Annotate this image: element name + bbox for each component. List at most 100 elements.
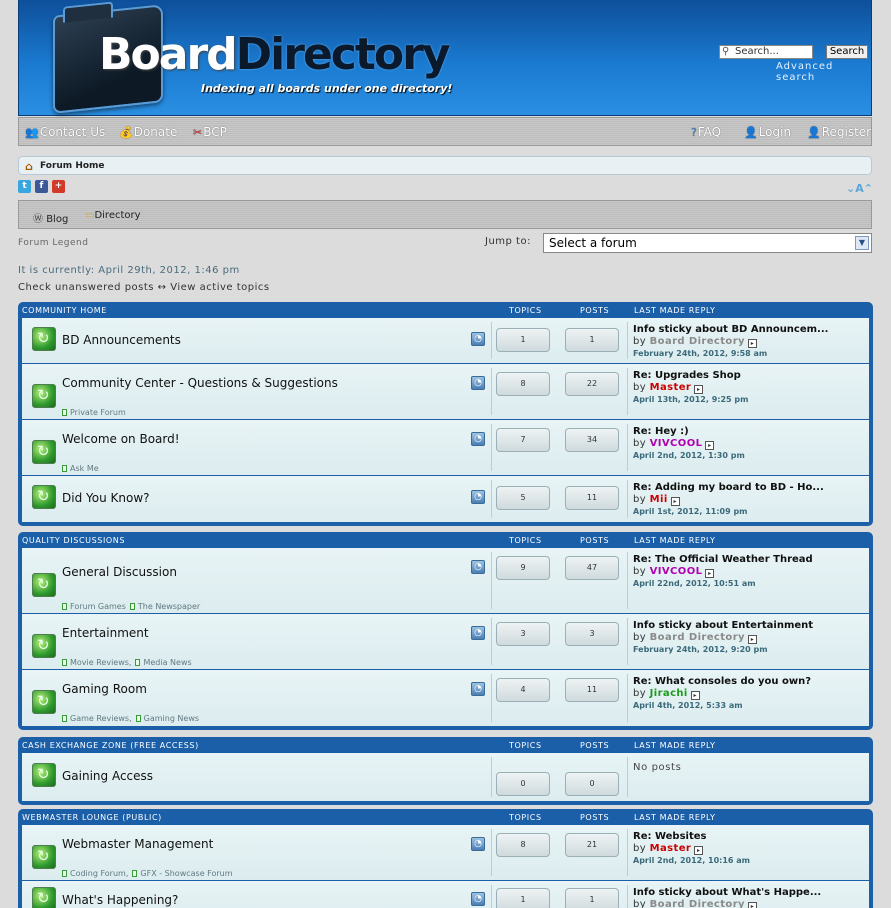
forum-row: Webmaster Management Coding Forum, GFX - S… — [22, 825, 869, 881]
subforum-icon — [135, 715, 141, 722]
last-post-title-link[interactable]: Info sticky about What's Happe... — [633, 887, 821, 898]
topics-column-header: TOPICS — [509, 813, 542, 822]
view-latest-post-icon[interactable]: ▸ — [705, 569, 715, 578]
last-post-title-link[interactable]: Info sticky about Entertainment — [633, 620, 813, 631]
column-divider — [627, 552, 628, 609]
rss-feed-icon[interactable]: ◔ — [471, 376, 485, 390]
posts-count: 11 — [565, 486, 619, 510]
last-post-title-link[interactable]: Re: The Official Weather Thread — [633, 554, 813, 565]
subforum-link[interactable]: Gaming News — [135, 714, 199, 723]
last-post-title-link[interactable]: Info sticky about BD Announcem... — [633, 324, 828, 335]
author-link[interactable]: Board Directory — [650, 336, 745, 347]
last-post-title-link[interactable]: Re: What consoles do you own? — [633, 676, 811, 687]
site-logo[interactable]: BoardDirectory Indexing all boards under… — [53, 4, 452, 114]
column-divider — [627, 368, 628, 415]
category-name[interactable]: WEBMASTER LOUNGE (PUBLIC) — [22, 813, 162, 822]
view-latest-post-icon[interactable]: ▸ — [670, 497, 680, 506]
forum-status-icon — [32, 690, 56, 714]
last-post-title-link[interactable]: Re: Hey :) — [633, 426, 689, 437]
author-link[interactable]: Master — [650, 382, 692, 393]
category-name[interactable]: QUALITY DISCUSSIONS — [22, 536, 125, 545]
author-link[interactable]: Board Directory — [650, 632, 745, 643]
forum-title-link[interactable]: BD Announcements — [62, 333, 181, 347]
column-divider — [627, 885, 628, 908]
forum-title-link[interactable]: Gaining Access — [62, 769, 153, 783]
forum-status-icon — [32, 845, 56, 869]
rss-feed-icon[interactable]: ◔ — [471, 332, 485, 346]
tools-icon: ✂ — [193, 126, 203, 139]
author-link[interactable]: Jirachi — [650, 688, 688, 699]
subforum-icon — [62, 603, 67, 610]
advanced-search-link[interactable]: Advanced search — [776, 61, 871, 83]
subforum-link[interactable]: Private Forum — [62, 408, 126, 417]
nav-bcp[interactable]: ✂BCP — [193, 125, 227, 139]
last-post-title-link[interactable]: Re: Upgrades Shop — [633, 370, 741, 381]
rss-feed-icon[interactable]: ◔ — [471, 837, 485, 851]
forum-title-link[interactable]: Welcome on Board! — [62, 432, 180, 446]
subforum-link[interactable]: GFX - Showcase Forum — [132, 869, 233, 878]
rss-feed-icon[interactable]: ◔ — [471, 490, 485, 504]
forum-title-link[interactable]: Entertainment — [62, 626, 149, 640]
subforum-link[interactable]: Movie Reviews, — [62, 658, 131, 667]
forum-title-link[interactable]: What's Happening? — [62, 893, 178, 907]
subforum-icon — [62, 870, 67, 877]
subforum-link[interactable]: Forum Games — [62, 602, 126, 611]
view-latest-post-icon[interactable]: ▸ — [705, 441, 715, 450]
topics-count: 4 — [496, 678, 550, 702]
google-plus-icon[interactable]: + — [52, 180, 65, 193]
twitter-icon[interactable]: t — [18, 180, 31, 193]
nav-donate[interactable]: 💰Donate — [119, 125, 177, 139]
topics-count: 3 — [496, 622, 550, 646]
nav-register[interactable]: 👤Register — [807, 125, 871, 139]
view-latest-post-icon[interactable]: ▸ — [694, 385, 704, 394]
subnav-blog[interactable]: Ⓦ Blog — [33, 210, 68, 225]
forum-row: Gaming Room Game Reviews,Gaming News ◔ 4 11 R… — [22, 670, 869, 726]
last-post-title-link[interactable]: Re: Adding my board to BD - Ho... — [633, 482, 824, 493]
search-button[interactable]: Search — [826, 45, 868, 59]
author-link[interactable]: Master — [650, 843, 692, 854]
subforum-link[interactable]: Game Reviews, — [62, 714, 132, 723]
facebook-icon[interactable]: f — [35, 180, 48, 193]
author-link[interactable]: VIVCOOL — [650, 566, 703, 577]
forum-title-link[interactable]: Community Center - Questions & Suggestio… — [62, 376, 338, 390]
register-icon: 👤 — [807, 126, 821, 139]
forum-legend-link[interactable]: Forum Legend — [18, 238, 88, 248]
view-latest-post-icon[interactable]: ▸ — [747, 902, 757, 908]
subforum-link[interactable]: Coding Forum, — [62, 869, 128, 878]
nav-contact-us[interactable]: 👥Contact Us — [25, 125, 105, 139]
forum-title-link[interactable]: Gaming Room — [62, 682, 147, 696]
category-name[interactable]: COMMUNITY HOME — [22, 306, 107, 315]
forum-title-link[interactable]: Webmaster Management — [62, 837, 213, 851]
rss-feed-icon[interactable]: ◔ — [471, 432, 485, 446]
last-post-title-link[interactable]: Re: Websites — [633, 831, 706, 842]
view-latest-post-icon[interactable]: ▸ — [747, 339, 757, 348]
last-post-author: by Master ▸ — [633, 843, 704, 855]
rss-feed-icon[interactable]: ◔ — [471, 560, 485, 574]
last-post-author: by Board Directory ▸ — [633, 632, 757, 644]
rss-feed-icon[interactable]: ◔ — [471, 682, 485, 696]
view-latest-post-icon[interactable]: ▸ — [690, 691, 700, 700]
column-divider — [491, 885, 492, 908]
subforum-link[interactable]: Media News — [135, 658, 192, 667]
nav-login[interactable]: 👤Login — [744, 125, 791, 139]
category-name[interactable]: CASH EXCHANGE ZONE (FREE ACCESS) — [22, 741, 199, 750]
forum-title-link[interactable]: Did You Know? — [62, 491, 150, 505]
author-link[interactable]: VIVCOOL — [650, 438, 703, 449]
forum-title-link[interactable]: General Discussion — [62, 565, 177, 579]
rss-feed-icon[interactable]: ◔ — [471, 892, 485, 906]
nav-faq[interactable]: ?FAQ — [691, 125, 721, 139]
jump-to-select[interactable]: Select a forum ▼ — [543, 233, 872, 253]
author-link[interactable]: Board Directory — [650, 899, 745, 908]
quick-links[interactable]: Check unanswered posts ↔ View active top… — [18, 282, 270, 293]
search-input[interactable]: ⚲ Search... — [719, 45, 813, 59]
subforum-link[interactable]: Ask Me — [62, 464, 99, 473]
rss-feed-icon[interactable]: ◔ — [471, 626, 485, 640]
subnav-directory[interactable]: ▭Directory — [85, 210, 141, 221]
breadcrumb-forum-home[interactable]: Forum Home — [40, 161, 105, 171]
font-size-control[interactable]: ⌄A⌃ — [846, 182, 873, 195]
last-post-author: by Mii ▸ — [633, 494, 680, 506]
view-latest-post-icon[interactable]: ▸ — [747, 635, 757, 644]
author-link[interactable]: Mii — [650, 494, 668, 505]
view-latest-post-icon[interactable]: ▸ — [694, 846, 704, 855]
subforum-link[interactable]: The Newspaper — [129, 602, 200, 611]
